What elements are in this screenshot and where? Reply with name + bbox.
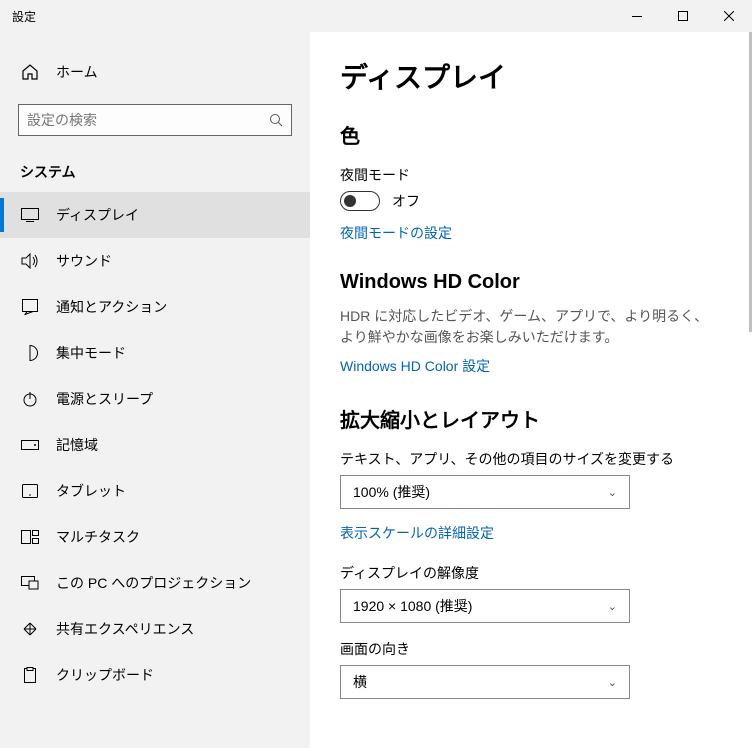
night-mode-toggle[interactable]	[340, 191, 380, 211]
hdcolor-link[interactable]: Windows HD Color 設定	[340, 356, 722, 376]
maximize-button[interactable]	[660, 0, 706, 32]
shared-icon	[20, 621, 40, 637]
sidebar-item-label: この PC へのプロジェクション	[56, 573, 251, 593]
minimize-button[interactable]	[614, 0, 660, 32]
resolution-label: ディスプレイの解像度	[340, 563, 722, 583]
night-mode-label: 夜間モード	[340, 165, 722, 185]
sidebar-item-label: 電源とスリープ	[56, 389, 153, 409]
hdcolor-desc: HDR に対応したビデオ、ゲーム、アプリで、より明るく、より鮮やかな画像をお楽し…	[340, 306, 722, 348]
tablet-icon	[20, 484, 40, 498]
scale-select[interactable]: 100% (推奨) ⌄	[340, 475, 630, 509]
window-title: 設定	[12, 8, 614, 25]
scale-value: 100% (推奨)	[353, 482, 430, 502]
sidebar-item-label: 共有エクスペリエンス	[56, 619, 194, 639]
night-mode-state: オフ	[392, 191, 420, 211]
sidebar-item-label: 通知とアクション	[56, 297, 167, 317]
sidebar-item-label: 記憶域	[56, 435, 98, 455]
chevron-down-icon: ⌄	[608, 486, 617, 499]
maximize-icon	[678, 11, 688, 21]
search-box[interactable]	[18, 104, 292, 136]
sidebar-item-storage[interactable]: 記憶域	[0, 422, 310, 468]
sidebar-item-focus[interactable]: 集中モード	[0, 330, 310, 376]
window-controls	[614, 0, 752, 32]
search-input[interactable]	[27, 112, 269, 128]
storage-icon	[20, 440, 40, 450]
chevron-down-icon: ⌄	[608, 676, 617, 689]
sidebar-item-sound[interactable]: サウンド	[0, 238, 310, 284]
sidebar-item-power[interactable]: 電源とスリープ	[0, 376, 310, 422]
sidebar-item-clipboard[interactable]: クリップボード	[0, 652, 310, 698]
search-icon	[269, 113, 283, 127]
scale-label: テキスト、アプリ、その他の項目のサイズを変更する	[340, 449, 722, 469]
minimize-icon	[632, 16, 642, 17]
multitask-icon	[20, 530, 40, 544]
titlebar: 設定	[0, 0, 752, 32]
notifications-icon	[20, 299, 40, 315]
projection-icon	[20, 576, 40, 590]
power-icon	[20, 391, 40, 407]
hdcolor-heading: Windows HD Color	[340, 271, 722, 294]
scale-heading: 拡大縮小とレイアウト	[340, 404, 722, 433]
focus-icon	[20, 345, 40, 361]
sidebar-item-label: マルチタスク	[56, 527, 140, 547]
sidebar-item-label: クリップボード	[56, 665, 154, 685]
sound-icon	[20, 253, 40, 269]
resolution-select[interactable]: 1920 × 1080 (推奨) ⌄	[340, 589, 630, 623]
sidebar-item-label: ディスプレイ	[56, 205, 139, 225]
home-label: ホーム	[56, 62, 98, 82]
sidebar-item-multitask[interactable]: マルチタスク	[0, 514, 310, 560]
sidebar-item-display[interactable]: ディスプレイ	[0, 192, 310, 238]
close-button[interactable]	[706, 0, 752, 32]
color-heading: 色	[340, 120, 722, 149]
night-mode-settings-link[interactable]: 夜間モードの設定	[340, 223, 722, 243]
sidebar-item-label: タブレット	[56, 481, 126, 501]
sidebar-item-label: サウンド	[56, 251, 112, 271]
orientation-select[interactable]: 横 ⌄	[340, 665, 630, 699]
close-icon	[724, 11, 734, 21]
sidebar-item-label: 集中モード	[56, 343, 126, 363]
scale-advanced-link[interactable]: 表示スケールの詳細設定	[340, 523, 722, 543]
page-title: ディスプレイ	[340, 56, 722, 96]
sidebar-item-projection[interactable]: この PC へのプロジェクション	[0, 560, 310, 606]
sidebar-item-notifications[interactable]: 通知とアクション	[0, 284, 310, 330]
chevron-down-icon: ⌄	[608, 600, 617, 613]
sidebar-item-tablet[interactable]: タブレット	[0, 468, 310, 514]
display-icon	[20, 208, 40, 222]
home-icon	[20, 63, 40, 81]
resolution-value: 1920 × 1080 (推奨)	[353, 596, 472, 616]
clipboard-icon	[20, 667, 40, 683]
orientation-value: 横	[353, 672, 367, 692]
sidebar: ホーム システム ディスプレイ サウンド 通知とアクション 集中モード 電源	[0, 32, 310, 748]
home-link[interactable]: ホーム	[0, 52, 310, 96]
main-panel: ディスプレイ 色 夜間モード オフ 夜間モードの設定 Windows HD Co…	[310, 32, 752, 748]
category-label: システム	[0, 154, 310, 192]
sidebar-item-shared[interactable]: 共有エクスペリエンス	[0, 606, 310, 652]
orientation-label: 画面の向き	[340, 639, 722, 659]
